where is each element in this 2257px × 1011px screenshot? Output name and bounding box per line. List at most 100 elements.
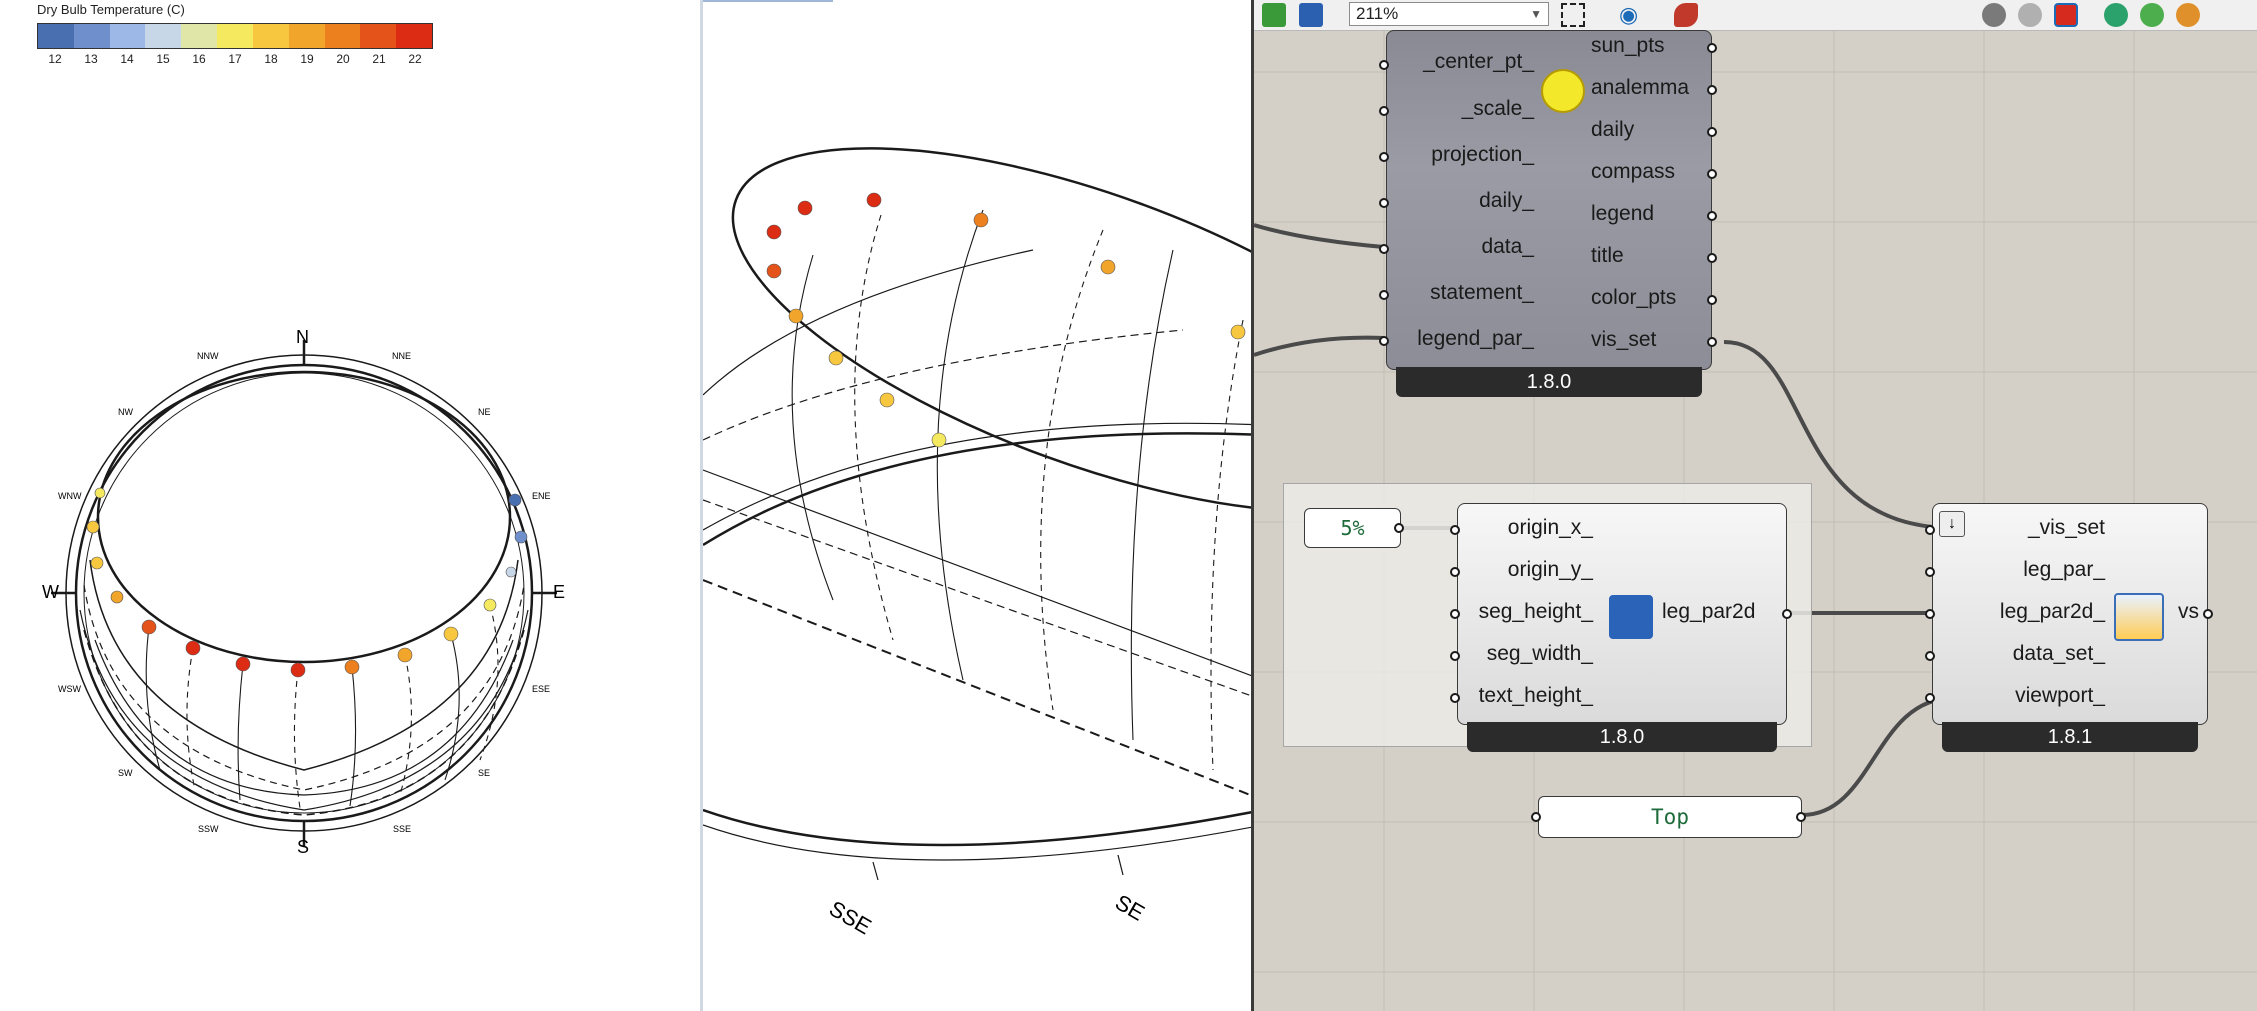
visualize-component[interactable]: 1.8.1 ↓ _vis_set leg_par_ leg_par2d_ dat… <box>1924 503 2229 758</box>
input-seg-height[interactable]: seg_height_ <box>1479 600 1593 624</box>
grip-in-3[interactable] <box>1379 152 1389 162</box>
grip-out-1[interactable] <box>1707 43 1717 53</box>
compass-label-w: W <box>42 582 59 602</box>
compass-label-wnw: WNW <box>58 491 82 501</box>
grip-in-2[interactable] <box>1379 106 1389 116</box>
grip-in-origin-y[interactable] <box>1450 567 1460 577</box>
sunpath-component[interactable]: 1.8.0 _center_pt_ _scale_ projection_ da… <box>1376 30 1722 400</box>
output-analemma[interactable]: analemma <box>1591 76 1689 100</box>
compass-label-nne: NNE <box>392 351 412 361</box>
grip-out-2[interactable] <box>1707 85 1717 95</box>
input-daily[interactable]: daily_ <box>1479 189 1534 213</box>
input-leg-par2d[interactable]: leg_par2d_ <box>2000 600 2105 624</box>
render-sphere-icon[interactable] <box>2176 3 2200 27</box>
output-vs[interactable]: vs <box>2178 600 2199 624</box>
grip-panel-out[interactable] <box>1796 812 1806 822</box>
grip-in-7[interactable] <box>1379 336 1389 346</box>
input-data-set[interactable]: data_set_ <box>2013 642 2105 666</box>
input-vis-set[interactable]: _vis_set <box>2028 516 2105 540</box>
viewport-left[interactable]: Dry Bulb Temperature (C) 12 13 14 15 16 17 18 1… <box>0 0 700 1011</box>
input-center-pt[interactable]: _center_pt_ <box>1423 50 1534 74</box>
grip-out-8[interactable] <box>1707 337 1717 347</box>
compass-label-e: E <box>553 582 566 602</box>
grip-in-seg-width[interactable] <box>1450 651 1460 661</box>
arrow-down-icon[interactable]: ↓ <box>1939 511 1965 537</box>
sunpath-icon <box>1541 69 1585 113</box>
preview-off-icon[interactable] <box>1982 3 2006 27</box>
preview-selected-icon[interactable] <box>2104 3 2128 27</box>
input-projection[interactable]: projection_ <box>1431 143 1534 167</box>
number-slider[interactable]: 5% <box>1304 508 1401 548</box>
compass-label-nw: NW <box>118 407 133 417</box>
grip-in-viewport[interactable] <box>1925 693 1935 703</box>
grip-in-seg-height[interactable] <box>1450 609 1460 619</box>
grip-in-leg-par2d[interactable] <box>1925 609 1935 619</box>
output-title[interactable]: title <box>1591 244 1624 268</box>
input-data[interactable]: data_ <box>1481 235 1534 259</box>
zoom-level-field[interactable]: 211% ▼ <box>1349 2 1549 26</box>
grip-out-4[interactable] <box>1707 169 1717 179</box>
save-icon[interactable] <box>1299 3 1323 27</box>
compass-label-ssw: SSW <box>198 824 219 834</box>
grip-in-data-set[interactable] <box>1925 651 1935 661</box>
output-leg-par2d[interactable]: leg_par2d <box>1662 600 1755 624</box>
open-file-icon[interactable] <box>1262 3 1286 27</box>
text-panel[interactable]: Top <box>1538 796 1802 838</box>
grip-out-vs[interactable] <box>2203 609 2213 619</box>
grip-out-5[interactable] <box>1707 211 1717 221</box>
zoom-level-value: 211% <box>1356 4 1399 23</box>
compass-label-nnw: NNW <box>197 351 219 361</box>
grip-in-4[interactable] <box>1379 198 1389 208</box>
compass-label-se: SE <box>478 768 491 778</box>
viewport-perspective[interactable]: SSE SE <box>703 0 1251 1011</box>
grip-in-6[interactable] <box>1379 290 1389 300</box>
output-legend[interactable]: legend <box>1591 202 1654 226</box>
panel-value: Top <box>1651 805 1689 829</box>
input-statement[interactable]: statement_ <box>1430 281 1534 305</box>
canvas-toolbar: 211% ▼ ◉ <box>1254 0 2257 31</box>
grip-in-text-height[interactable] <box>1450 693 1460 703</box>
grip-out-6[interactable] <box>1707 253 1717 263</box>
compass-label-ne: NE <box>478 407 491 417</box>
slider-value: 5% <box>1340 516 1365 540</box>
grip-in-origin-x[interactable] <box>1450 525 1460 535</box>
chevron-down-icon[interactable]: ▼ <box>1530 3 1542 25</box>
grip-panel-in[interactable] <box>1531 812 1541 822</box>
grip-in-vis-set[interactable] <box>1925 525 1935 535</box>
preview-shaded-icon[interactable] <box>2054 3 2078 27</box>
compass-label-wsw: WSW <box>58 684 81 694</box>
output-compass[interactable]: compass <box>1591 160 1675 184</box>
output-color-pts[interactable]: color_pts <box>1591 286 1676 310</box>
input-viewport[interactable]: viewport_ <box>2015 684 2105 708</box>
zoom-fit-icon[interactable] <box>1561 3 1585 27</box>
input-scale[interactable]: _scale_ <box>1462 97 1534 121</box>
visualize-icon <box>2114 593 2164 641</box>
grip-out-3[interactable] <box>1707 127 1717 137</box>
grip-in-5[interactable] <box>1379 244 1389 254</box>
input-legend-par[interactable]: legend_par_ <box>1417 327 1534 351</box>
compass-label-ese: ESE <box>532 684 551 694</box>
output-sun-pts[interactable]: sun_pts <box>1591 34 1665 58</box>
input-text-height[interactable]: text_height_ <box>1479 684 1593 708</box>
input-leg-par[interactable]: leg_par_ <box>2023 558 2105 582</box>
bake-icon[interactable] <box>2140 3 2164 27</box>
preview-wire-icon[interactable] <box>2018 3 2042 27</box>
viewport-tab-highlight <box>703 0 833 2</box>
sketch-pen-icon[interactable] <box>1674 3 1698 27</box>
input-origin-y[interactable]: origin_y_ <box>1508 558 1593 582</box>
grip-in-1[interactable] <box>1379 60 1389 70</box>
grip-out-leg-par2d[interactable] <box>1782 609 1792 619</box>
grip-out-7[interactable] <box>1707 295 1717 305</box>
input-origin-x[interactable]: origin_x_ <box>1508 516 1593 540</box>
grasshopper-canvas[interactable]: 211% ▼ ◉ 1.8.0 _center_pt_ _scale_ proje… <box>1251 0 2257 1011</box>
output-daily[interactable]: daily <box>1591 118 1634 142</box>
output-vis-set[interactable]: vis_set <box>1591 328 1656 352</box>
input-seg-width[interactable]: seg_width_ <box>1487 642 1593 666</box>
compass-label-ene: ENE <box>532 491 551 501</box>
preview-eye-icon[interactable]: ◉ <box>1619 3 1643 27</box>
sunpath-2d-drawing <box>51 340 557 846</box>
sunpath-version-badge: 1.8.0 <box>1396 367 1702 397</box>
grip-in-leg-par[interactable] <box>1925 567 1935 577</box>
grip-slider-out[interactable] <box>1394 523 1404 533</box>
legend-2d-component[interactable]: 1.8.0 origin_x_ origin_y_ seg_height_ se… <box>1449 503 1792 758</box>
